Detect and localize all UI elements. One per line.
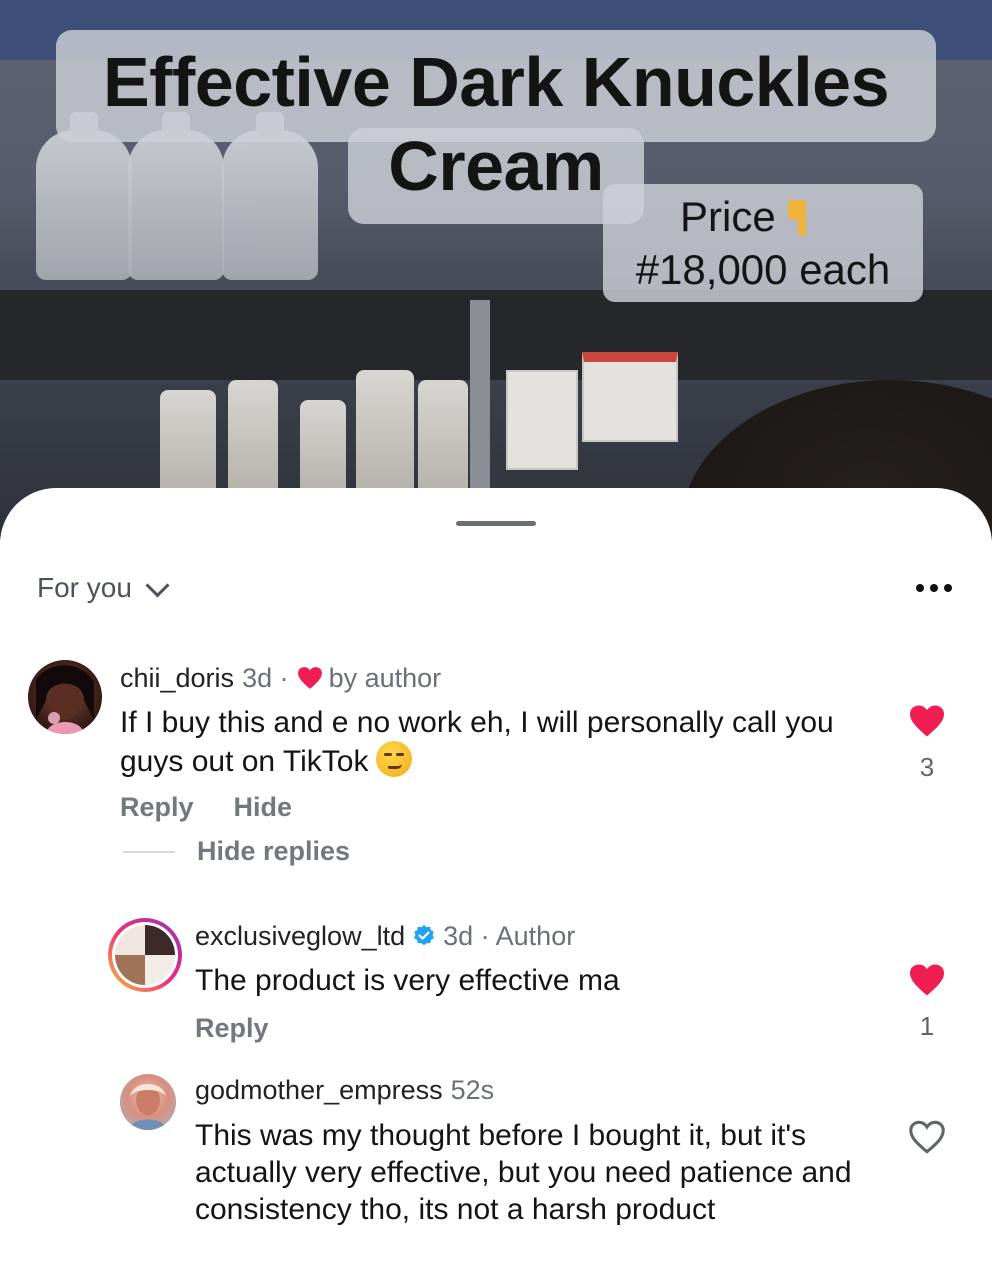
like-button[interactable] [905,1120,949,1154]
smirking-face-icon [376,741,413,777]
shelf-post [470,300,490,490]
avatar-story-ring[interactable] [108,918,182,992]
video-title: Effective Dark Knuckles Cream [102,43,890,205]
comment-header: chii_doris 3d · by author [120,661,441,695]
hide-replies-button[interactable]: Hide replies [197,836,350,867]
video-background[interactable]: Effective Dark Knuckles Cream Price #18,… [0,0,992,540]
username[interactable]: chii_doris [120,661,234,695]
comment-text: This was my thought before I bought it, … [195,1119,852,1226]
wall-poster [506,370,578,470]
hide-button[interactable]: Hide [234,792,293,823]
comment-time: 52s [450,1075,495,1105]
brand-logo-avatar [115,925,175,985]
comment-text: The product is very effective ma [195,964,620,997]
wall-poster [582,352,678,442]
like-count: 1 [919,1011,935,1041]
like-count: 3 [919,752,935,782]
username[interactable]: godmother_empress [195,1073,443,1107]
reply-button[interactable]: Reply [120,792,194,823]
heart-icon [297,667,322,689]
comment-actions: Reply Hide [120,792,292,823]
verified-badge-icon [414,925,435,946]
comment-header: godmother_empress 52s [195,1073,494,1107]
shelf-rack [0,290,992,380]
price-value: #18,000 each [635,246,891,293]
divider [123,850,175,853]
comment-text: If I buy this and e no work eh, I will p… [120,704,880,780]
heart-filled-icon[interactable] [908,963,946,997]
comment-actions: Reply [195,1013,269,1044]
like-button[interactable]: 3 [905,704,949,783]
chevron-down-icon [146,577,168,599]
price-label: Price [680,193,776,240]
product-bottle [300,400,346,500]
like-button[interactable]: 1 [905,963,949,1042]
sort-dropdown[interactable]: For you [37,572,168,604]
product-bottle [160,390,216,500]
reply-button[interactable]: Reply [195,1013,269,1044]
comment-header: exclusiveglow_ltd 3d · Author [195,919,575,953]
heart-outline-icon[interactable] [908,1120,946,1154]
pointing-down-icon [786,198,812,236]
comment-time: 3d · Author [443,921,576,951]
more-options-icon[interactable] [916,584,952,592]
comment-time: 3d · [242,663,289,693]
product-bottle [418,380,468,500]
comment-text-content: If I buy this and e no work eh, I will p… [120,706,834,778]
product-bottle [356,370,414,500]
product-bottle [228,380,278,500]
username[interactable]: exclusiveglow_ltd [195,919,405,953]
avatar[interactable] [28,660,102,734]
sort-label: For you [37,572,132,603]
sheet-drag-handle[interactable] [456,521,536,526]
hide-replies-row[interactable]: Hide replies [123,836,350,867]
heart-filled-icon[interactable] [908,704,946,738]
price-label-row: Price [680,192,812,242]
liked-by-author-label: by author [328,663,442,693]
avatar[interactable] [120,1074,176,1130]
